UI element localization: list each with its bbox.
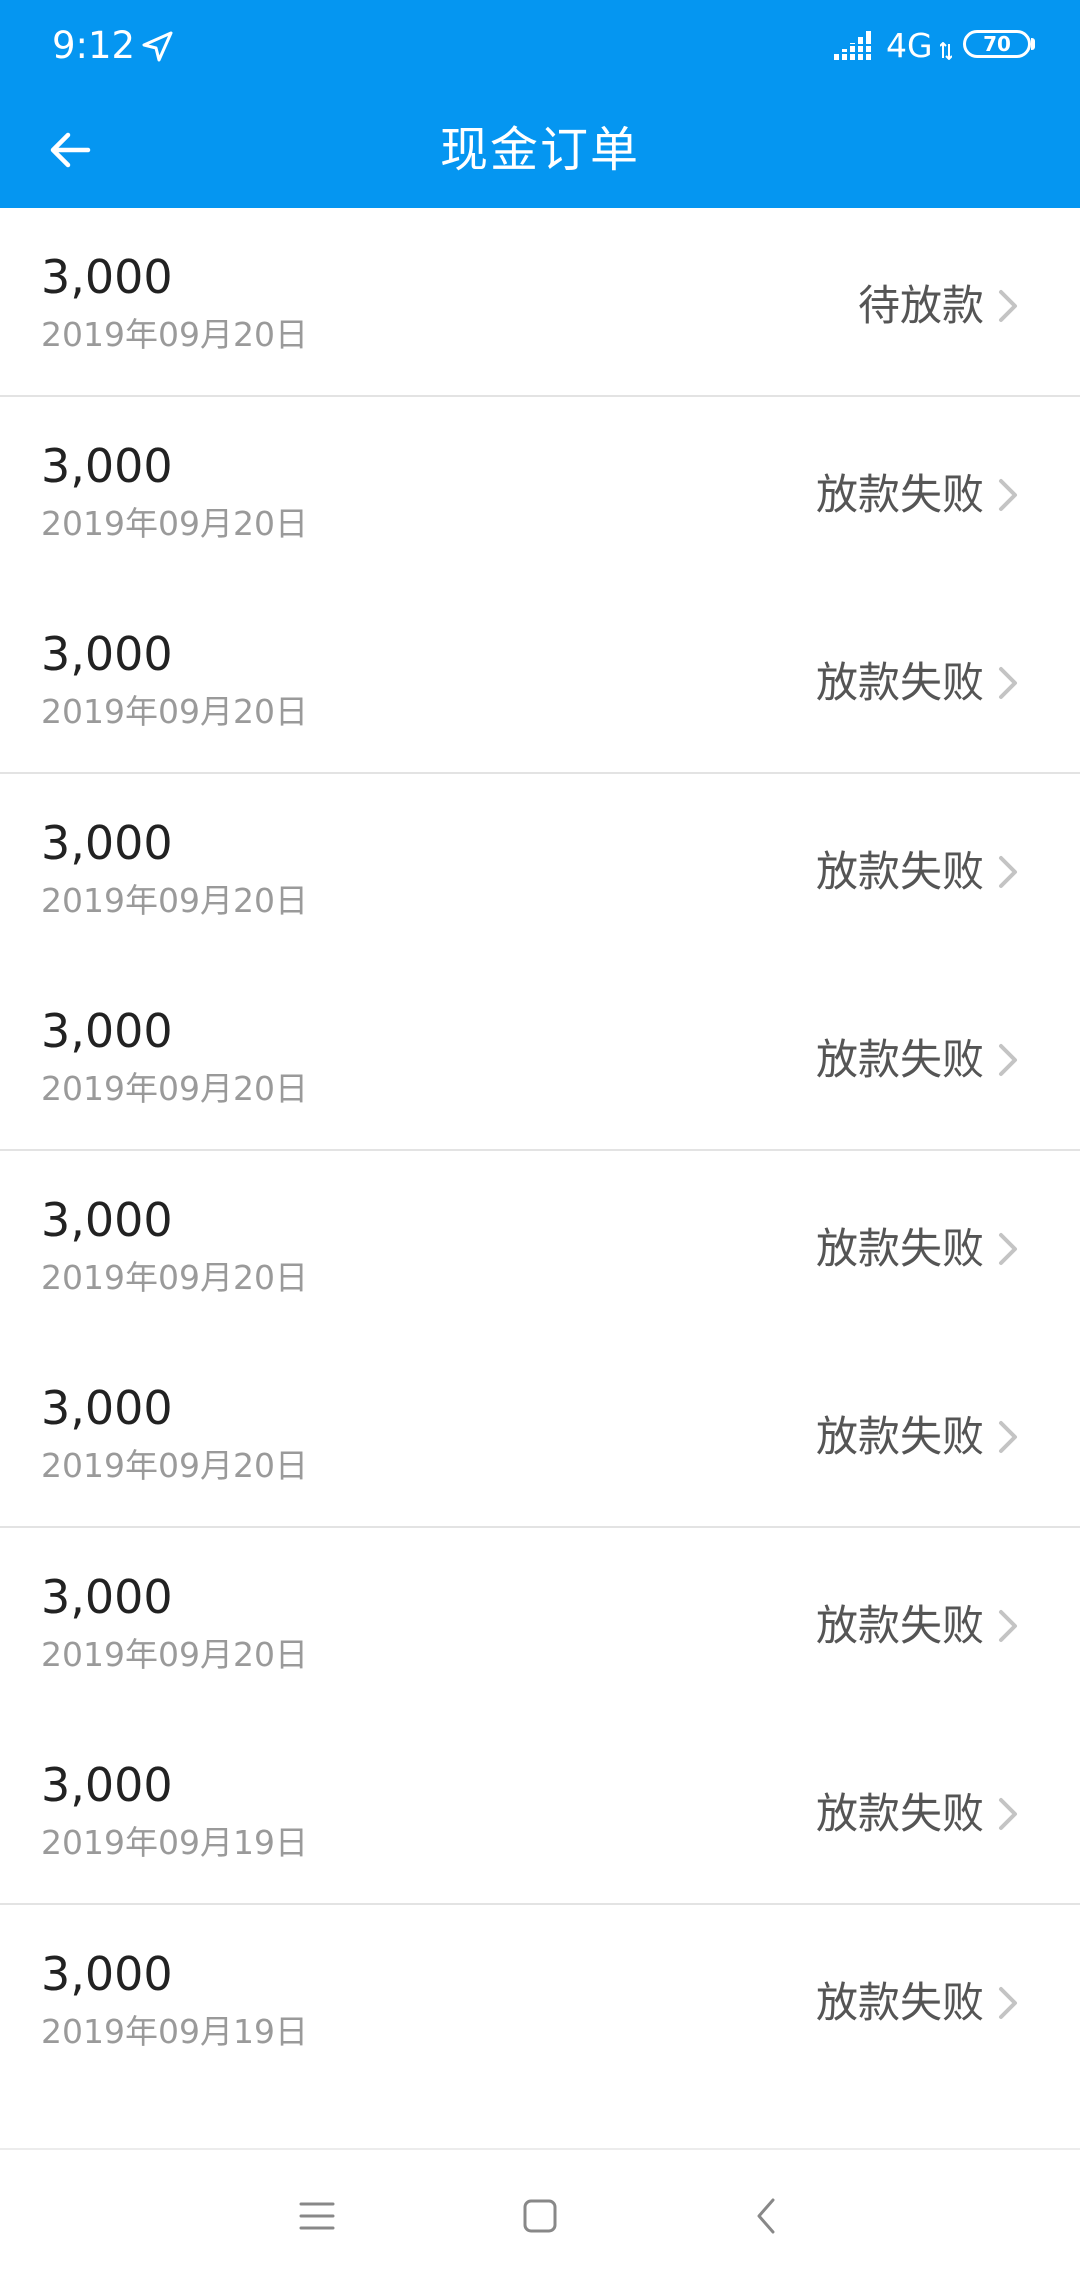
- order-row[interactable]: 3,000 2019年09月20日 放款失败: [0, 1151, 1080, 1339]
- order-amount: 3,000: [41, 627, 173, 681]
- chevron-right-icon: [999, 1421, 1017, 1453]
- app-header: 9:12 4G 70 现金订单: [0, 0, 1080, 208]
- order-status: 放款失败: [815, 1789, 984, 1838]
- partial-order-amount: 3,000: [41, 2138, 173, 2148]
- order-amount: 3,000: [41, 250, 173, 304]
- order-status: 放款失败: [815, 470, 984, 519]
- order-status: 放款失败: [815, 1412, 984, 1461]
- order-date: 2019年09月20日: [41, 315, 308, 354]
- order-date: 2019年09月19日: [41, 1823, 308, 1862]
- order-status: 放款失败: [815, 1224, 984, 1273]
- order-row[interactable]: 3,000 2019年09月19日 放款失败: [0, 1905, 1080, 2093]
- order-status: 放款失败: [815, 1601, 984, 1650]
- order-row[interactable]: 3,000 2019年09月20日 放款失败: [0, 585, 1080, 773]
- order-amount: 3,000: [41, 1758, 173, 1812]
- chevron-right-icon: [999, 667, 1017, 699]
- order-date: 2019年09月20日: [41, 692, 308, 731]
- home-square-icon[interactable]: [508, 2184, 572, 2248]
- order-amount: 3,000: [41, 1947, 173, 2001]
- status-time: 9:12: [52, 24, 136, 67]
- order-date: 2019年09月19日: [41, 2012, 308, 2051]
- page-title: 现金订单: [439, 122, 640, 178]
- battery-icon: 70: [963, 30, 1031, 58]
- chevron-right-icon: [999, 1610, 1017, 1642]
- order-date: 2019年09月20日: [41, 1069, 308, 1108]
- order-date: 2019年09月20日: [41, 1258, 308, 1297]
- order-status: 放款失败: [815, 1035, 984, 1084]
- order-status: 待放款: [857, 281, 984, 330]
- system-navigation-bar: [0, 2148, 1080, 2280]
- chevron-right-icon: [999, 1233, 1017, 1265]
- status-bar: 9:12 4G 70: [0, 0, 1080, 92]
- title-bar: 现金订单: [0, 92, 1080, 208]
- order-date: 2019年09月20日: [41, 881, 308, 920]
- order-row[interactable]: 3,000 2019年09月20日 放款失败: [0, 774, 1080, 962]
- battery-level: 70: [983, 32, 1011, 56]
- signal-bars-icon: [834, 31, 878, 60]
- order-date: 2019年09月20日: [41, 1446, 308, 1485]
- network-type-label: 4G: [886, 26, 933, 65]
- order-amount: 3,000: [41, 1004, 173, 1058]
- order-row[interactable]: 3,000 2019年09月20日 放款失败: [0, 1339, 1080, 1527]
- order-row[interactable]: 3,000 2019年09月20日 放款失败: [0, 1528, 1080, 1716]
- arrow-left-icon: [50, 132, 91, 168]
- data-activity-icon: [940, 42, 952, 60]
- chevron-right-icon: [999, 479, 1017, 511]
- back-button[interactable]: [34, 114, 106, 186]
- order-row[interactable]: 3,000 2019年09月19日 放款失败: [0, 1716, 1080, 1904]
- order-date: 2019年09月20日: [41, 504, 308, 543]
- order-date: 2019年09月20日: [41, 1635, 308, 1674]
- order-status: 放款失败: [815, 1978, 984, 2027]
- chevron-right-icon: [999, 856, 1017, 888]
- navigation-arrow-icon: [142, 31, 173, 62]
- menu-icon[interactable]: [285, 2184, 349, 2248]
- order-row[interactable]: 3,000 2019年09月20日 待放款: [0, 208, 1080, 396]
- order-amount: 3,000: [41, 1381, 173, 1435]
- order-amount: 3,000: [41, 1193, 173, 1247]
- system-back-icon[interactable]: [735, 2184, 799, 2248]
- order-amount: 3,000: [41, 1570, 173, 1624]
- order-status: 放款失败: [815, 658, 984, 707]
- order-amount: 3,000: [41, 816, 173, 870]
- battery-tip: [1031, 38, 1035, 50]
- chevron-right-icon: [999, 1987, 1017, 2019]
- chevron-right-icon: [999, 290, 1017, 322]
- chevron-right-icon: [999, 1044, 1017, 1076]
- cash-orders-screen: 9:12 4G 70 现金订单 3,000 2019年09月20日 待放款 3,…: [0, 0, 1080, 2280]
- order-row[interactable]: 3,000 2019年09月20日 放款失败: [0, 397, 1080, 585]
- order-list: 3,000 2019年09月20日 待放款 3,000 2019年09月20日 …: [0, 208, 1080, 2148]
- order-row[interactable]: 3,000 2019年09月20日 放款失败: [0, 962, 1080, 1150]
- order-status: 放款失败: [815, 847, 984, 896]
- order-amount: 3,000: [41, 439, 173, 493]
- chevron-right-icon: [999, 1798, 1017, 1830]
